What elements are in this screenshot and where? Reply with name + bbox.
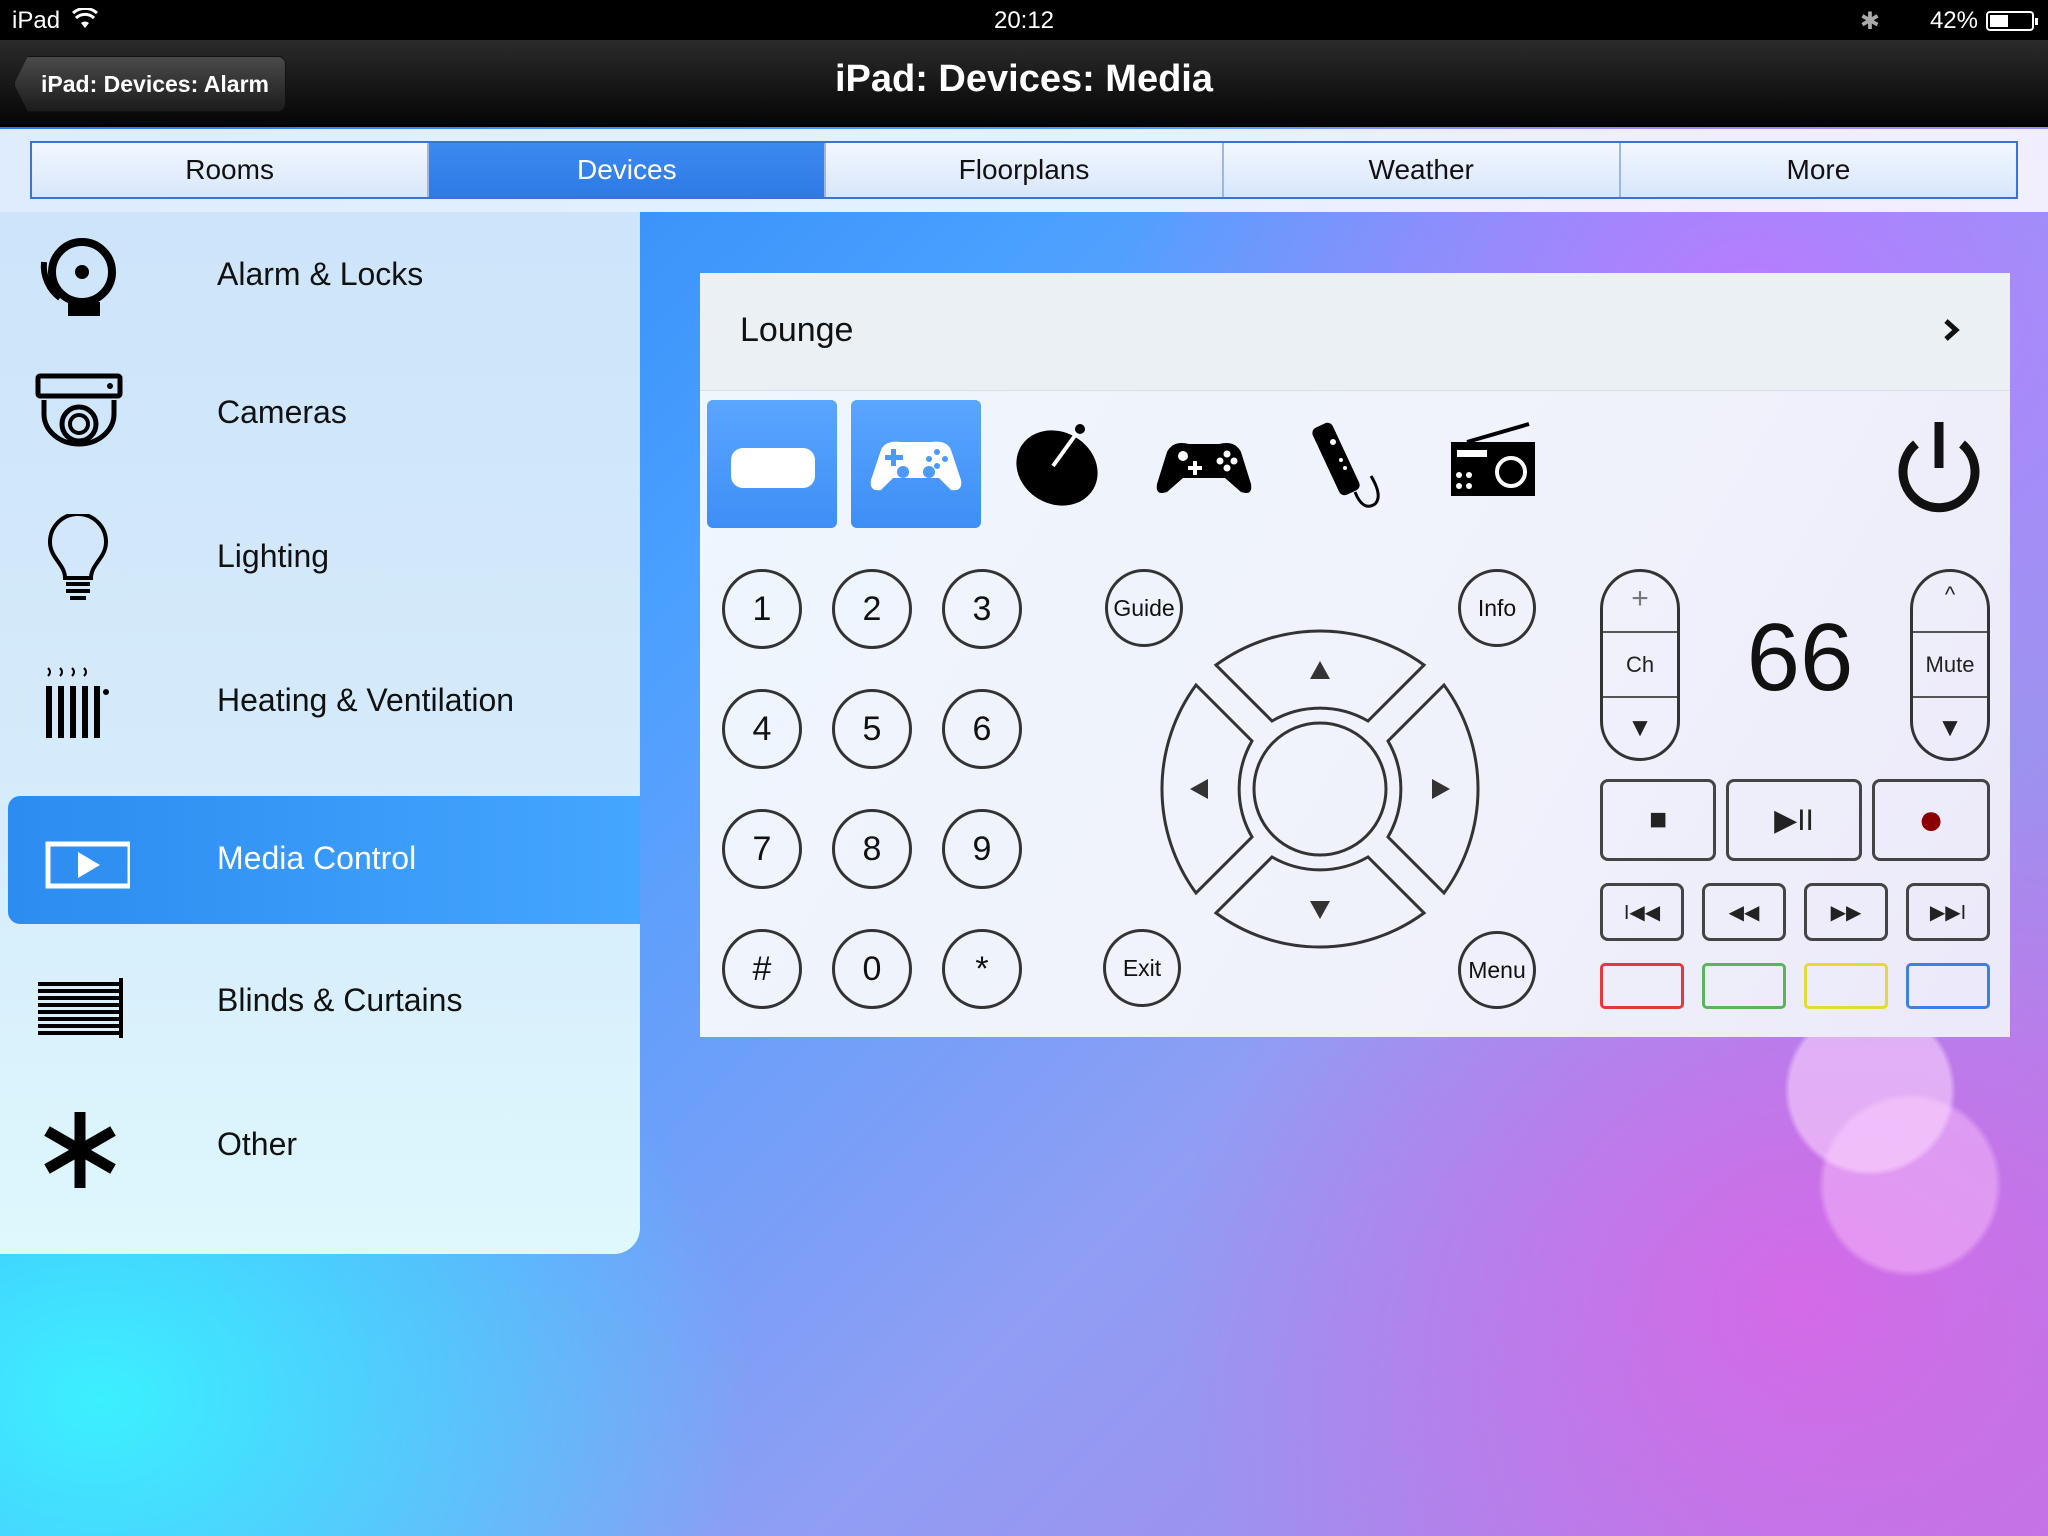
device-radio[interactable]	[1427, 400, 1557, 528]
status-bar: iPad 20:12 ✱ 42%	[0, 0, 2048, 40]
device-category-sidebar: Alarm & Locks Cameras Lighting Heating &…	[0, 212, 640, 1254]
sidebar-item-heating[interactable]: Heating & Ventilation	[0, 638, 640, 766]
device-gamepad[interactable]	[851, 400, 981, 528]
tab-floorplans[interactable]: Floorplans	[826, 143, 1224, 197]
key-8[interactable]: 8	[832, 809, 912, 889]
device-xbox[interactable]	[1139, 400, 1269, 528]
mute-button[interactable]: Mute	[1913, 652, 1987, 678]
dpad-right-arrow-icon	[1432, 779, 1450, 799]
volume-rocker: ^ Mute ▼	[1910, 569, 1990, 761]
asterisk-icon	[44, 1112, 116, 1188]
stop-button[interactable]: ■	[1600, 779, 1716, 861]
sidebar-item-other[interactable]: Other	[0, 1082, 640, 1210]
sidebar-item-label: Cameras	[217, 394, 347, 430]
dpad-up-arrow-icon	[1310, 661, 1330, 679]
satellite-dish-icon	[1016, 424, 1098, 506]
tab-rooms[interactable]: Rooms	[32, 143, 430, 197]
sidebar-item-label: Lighting	[217, 538, 330, 574]
directional-pad	[1160, 629, 1480, 949]
play-pause-button[interactable]: ▶II	[1726, 779, 1862, 861]
play-screen-icon	[45, 841, 130, 889]
key-1[interactable]: 1	[722, 569, 802, 649]
key-5[interactable]: 5	[832, 689, 912, 769]
sidebar-item-label: Alarm & Locks	[217, 256, 424, 292]
wii-remote-icon	[1312, 422, 1380, 508]
tab-devices[interactable]: Devices	[429, 143, 827, 197]
channel-label: Ch	[1625, 652, 1655, 677]
battery-percent: 42%	[1929, 7, 1978, 34]
channel-down-button[interactable]: ▼	[1603, 712, 1677, 743]
key-6[interactable]: 6	[942, 689, 1022, 769]
skip-back-button[interactable]: I◀◀	[1600, 883, 1684, 941]
key-hash[interactable]: #	[722, 929, 802, 1009]
key-4[interactable]: 4	[722, 689, 802, 769]
channel-number: 66	[1746, 604, 1854, 711]
page-title: iPad: Devices: Media	[834, 58, 1214, 100]
green-button[interactable]	[1702, 963, 1786, 1009]
dpad-left-arrow-icon	[1190, 779, 1208, 799]
xbox-controller-icon	[1156, 443, 1252, 493]
bluetooth-icon: ✱	[1859, 8, 1880, 35]
room-name: Lounge	[740, 311, 854, 349]
segmented-tabs: Rooms Devices Floorplans Weather More	[30, 141, 2018, 199]
radiator-icon	[46, 667, 109, 738]
sidebar-item-blinds[interactable]: Blinds & Curtains	[0, 938, 640, 1066]
security-camera-icon	[35, 373, 123, 447]
skip-forward-button[interactable]: ▶▶I	[1906, 883, 1990, 941]
device-wii[interactable]	[1283, 400, 1413, 528]
device-set-top-box[interactable]	[707, 400, 837, 528]
fast-forward-button[interactable]: ▶▶	[1804, 883, 1888, 941]
sidebar-item-media-control[interactable]: Media Control	[8, 796, 640, 924]
battery-icon	[1986, 11, 2038, 31]
blinds-icon	[38, 978, 123, 1038]
key-9[interactable]: 9	[942, 809, 1022, 889]
sidebar-item-alarm-locks[interactable]: Alarm & Locks	[0, 212, 640, 340]
sidebar-item-label: Heating & Ventilation	[217, 682, 515, 718]
radio-icon	[1451, 422, 1535, 496]
room-selector[interactable]: Lounge	[700, 273, 2010, 391]
key-3[interactable]: 3	[942, 569, 1022, 649]
tab-more[interactable]: More	[1620, 143, 2017, 197]
channel-rocker: + Ch ▼	[1600, 569, 1680, 761]
set-top-box-icon	[731, 448, 815, 488]
sidebar-item-label: Other	[217, 1126, 298, 1162]
dpad-down-arrow-icon	[1310, 901, 1330, 919]
key-2[interactable]: 2	[832, 569, 912, 649]
volume-down-button[interactable]: ▼	[1913, 712, 1987, 743]
media-remote-panel: Lounge 1 2 3 4 5 6 7 8 9 # 0 * Guide Inf…	[700, 273, 2010, 1037]
tab-weather[interactable]: Weather	[1223, 143, 1621, 197]
gamepad-icon	[870, 441, 962, 491]
volume-up-button[interactable]: ^	[1913, 582, 1987, 608]
clock: 20:12	[993, 7, 1055, 34]
record-button[interactable]: ●	[1872, 779, 1990, 861]
channel-up-button[interactable]: +	[1603, 582, 1677, 616]
blue-button[interactable]	[1906, 963, 1990, 1009]
alarm-bell-icon	[40, 238, 116, 316]
sidebar-item-lighting[interactable]: Lighting	[0, 494, 640, 622]
rewind-button[interactable]: ◀◀	[1702, 883, 1786, 941]
red-button[interactable]	[1600, 963, 1684, 1009]
sidebar-item-cameras[interactable]: Cameras	[0, 350, 640, 478]
sidebar-item-label: Media Control	[217, 840, 417, 876]
key-star[interactable]: *	[942, 929, 1022, 1009]
key-0[interactable]: 0	[832, 929, 912, 1009]
tab-bar: Rooms Devices Floorplans Weather More	[0, 129, 2048, 212]
yellow-button[interactable]	[1804, 963, 1888, 1009]
dpad-ok[interactable]	[1252, 721, 1388, 857]
key-7[interactable]: 7	[722, 809, 802, 889]
light-bulb-icon	[47, 514, 109, 600]
navigation-bar: iPad: Devices: Alarm iPad: Devices: Medi…	[0, 40, 2048, 127]
device-satellite[interactable]	[995, 400, 1125, 528]
sidebar-item-label: Blinds & Curtains	[217, 982, 463, 1018]
power-icon[interactable]	[1890, 418, 1988, 516]
chevron-right-icon[interactable]	[1934, 313, 1968, 347]
